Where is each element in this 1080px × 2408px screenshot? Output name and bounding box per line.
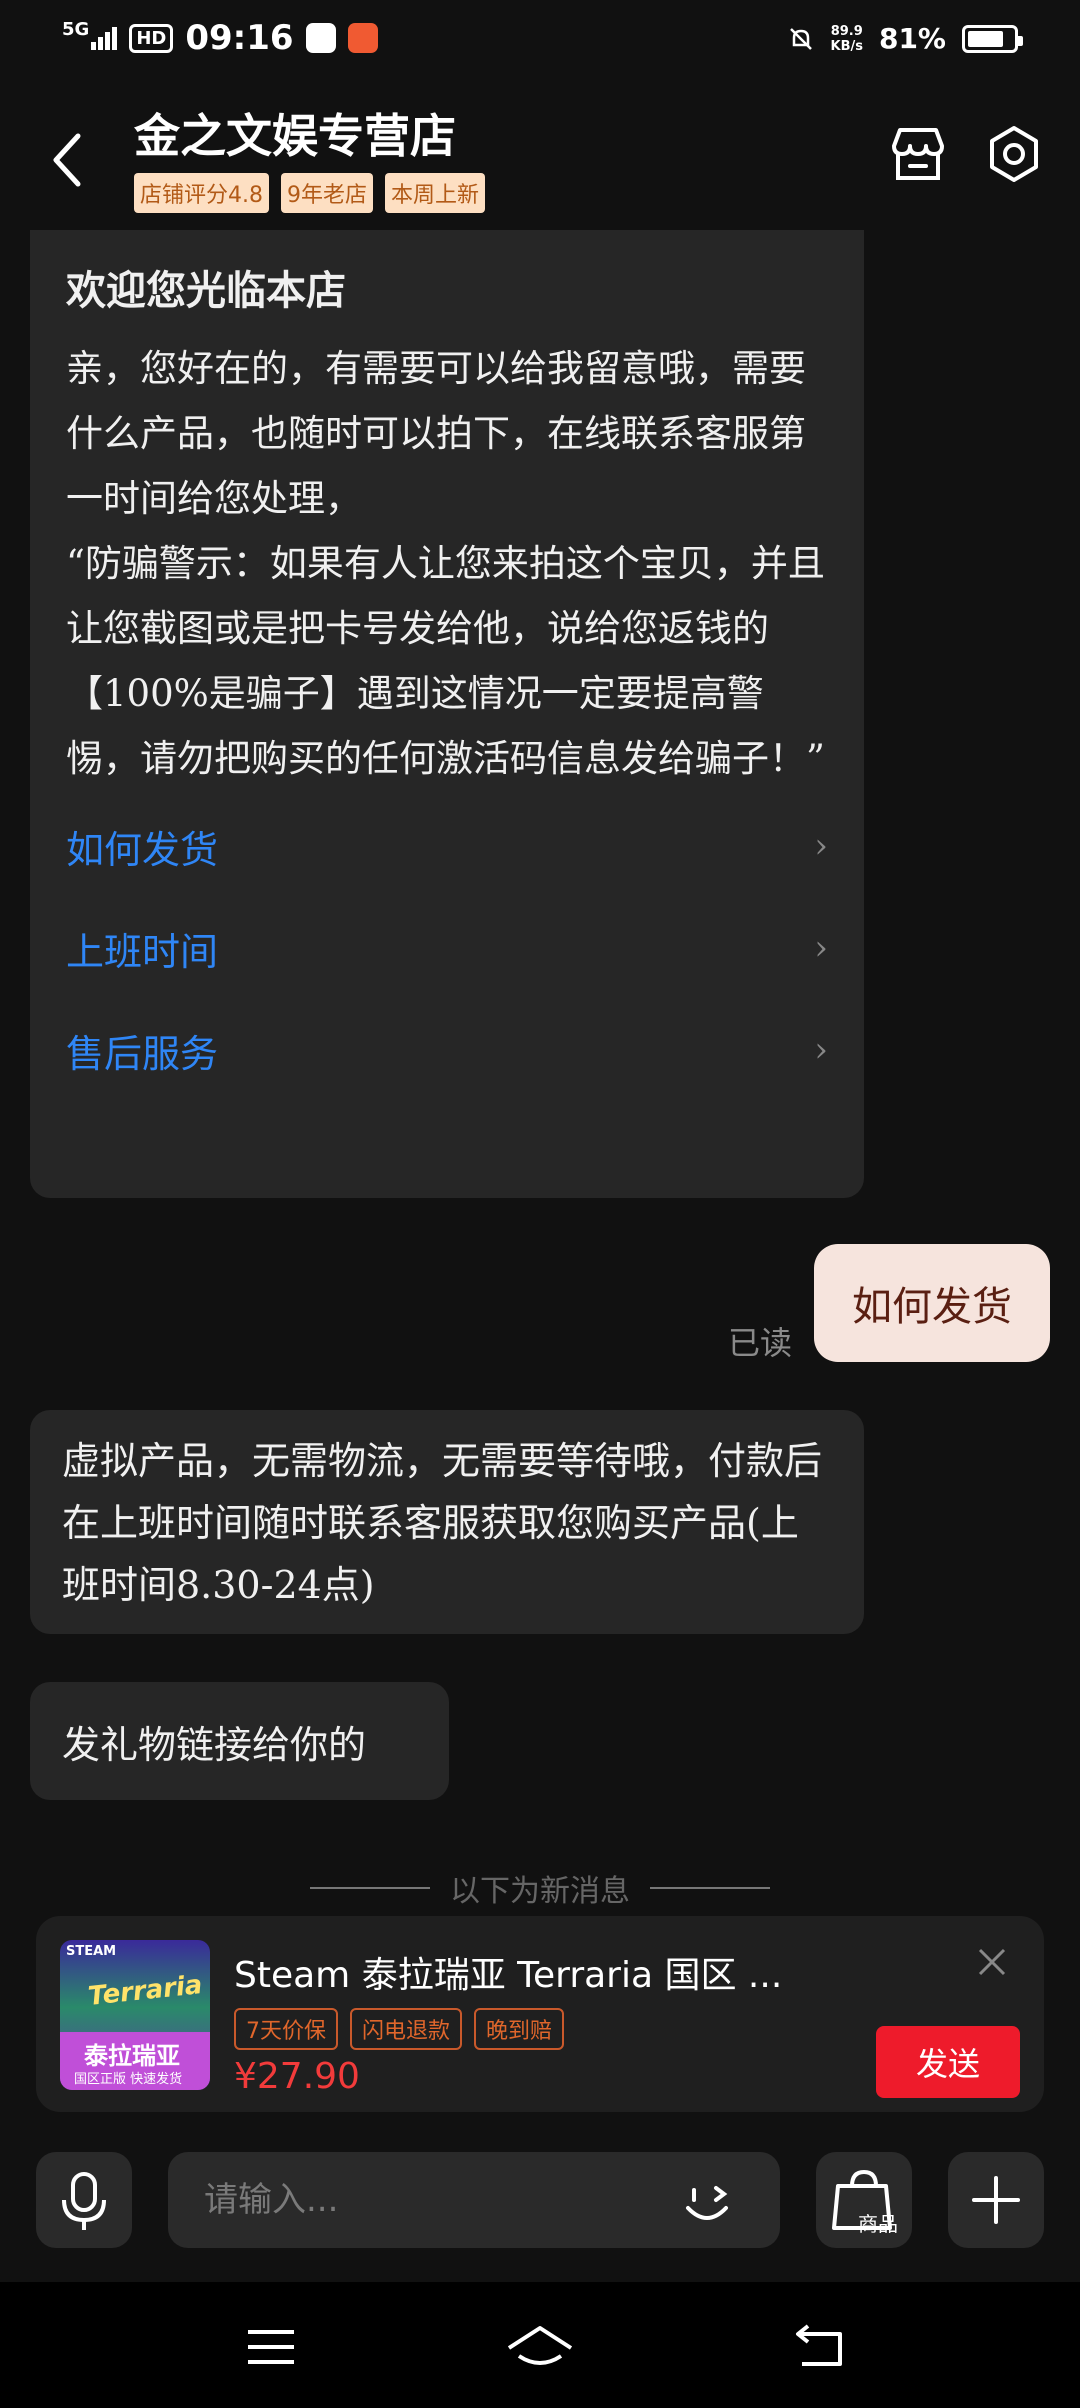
send-product-button[interactable]: 发送 (876, 2026, 1020, 2098)
emoji-icon[interactable] (680, 2176, 734, 2230)
close-icon[interactable] (976, 1946, 1008, 1978)
product-price: ¥27.90 (234, 2056, 360, 2097)
fast-refund-badge: 闪电退款 (350, 2008, 463, 2050)
mute-icon (789, 27, 812, 50)
back-nav-icon[interactable] (786, 2312, 856, 2382)
input-bar: 商品 (0, 2140, 1080, 2280)
store-icon[interactable] (886, 122, 950, 186)
welcome-card: 欢迎您光临本店 亲，您好在的，有需要可以给我留意哦，需要什么产品，也随时可以拍下… (30, 230, 864, 1198)
welcome-title: 欢迎您光临本店 (66, 267, 346, 314)
voice-button[interactable] (36, 2152, 132, 2248)
product-thumbnail[interactable]: STEAM Terraria 泰拉瑞亚 国区正版 快速发货 (60, 1940, 210, 2090)
thumb-subtitle: 国区正版 快速发货 (74, 2072, 183, 2087)
shop-tags: 店铺评分4.8 9年老店 本周上新 (134, 173, 486, 213)
network-speed: 89.9 KB/s (830, 23, 863, 54)
network-type: 5G (62, 18, 90, 40)
read-status: 已读 (728, 1324, 793, 1362)
user-message-bubble[interactable]: 如何发货 (814, 1244, 1050, 1362)
product-title[interactable]: Steam 泰拉瑞亚 Terraria 国区 ... (234, 1946, 782, 1998)
guarantee-badges: 7天价保 闪电退款 晚到赔 (234, 2008, 565, 2050)
shop-reply-bubble[interactable]: 虚拟产品，无需物流，无需要等待哦，付款后在上班时间随时联系客服获取您购买产品(上… (30, 1410, 864, 1634)
new-arrivals-tag: 本周上新 (385, 173, 486, 213)
faq-item-shipping[interactable]: 如何发货 › (66, 795, 828, 897)
divider-text: 以下为新消息 (450, 1874, 630, 1909)
goods-button[interactable]: 商品 (816, 2152, 912, 2248)
settings-icon[interactable] (982, 122, 1046, 186)
microphone-icon (62, 2172, 106, 2230)
status-bar: 5G HD 09:16 89.9 KB/s 81% (0, 0, 1080, 80)
thumb-steam-label: STEAM (66, 1944, 117, 1959)
clock: 09:16 (185, 18, 294, 58)
plus-icon (972, 2176, 1020, 2224)
faq-label: 如何发货 (66, 827, 219, 872)
system-nav-bar (0, 2282, 1080, 2408)
chevron-right-icon: › (814, 1030, 828, 1070)
home-icon[interactable] (505, 2312, 575, 2382)
product-card[interactable]: STEAM Terraria 泰拉瑞亚 国区正版 快速发货 Steam 泰拉瑞亚… (36, 1916, 1044, 2112)
faq-item-work-hours[interactable]: 上班时间 › (66, 897, 828, 999)
chevron-right-icon: › (814, 928, 828, 968)
chat-header: 金之文娱专营店 店铺评分4.8 9年老店 本周上新 (0, 80, 1080, 230)
shop-age-tag: 9年老店 (281, 173, 373, 213)
menu-icon[interactable] (236, 2312, 306, 2382)
goods-label: 商品 (858, 2212, 898, 2236)
back-arrow-icon[interactable] (40, 120, 100, 200)
shop-name[interactable]: 金之文娱专营店 (134, 100, 456, 166)
faq-list: 如何发货 › 上班时间 › 售后服务 › (66, 795, 828, 1101)
price-protect-badge: 7天价保 (234, 2008, 338, 2050)
shop-reply-bubble[interactable]: 发礼物链接给你的 (30, 1682, 449, 1800)
battery-fill (968, 30, 1003, 47)
taobao-app-icon (347, 23, 378, 53)
new-messages-divider: 以下为新消息 (310, 1866, 770, 1910)
shop-rating-tag: 店铺评分4.8 (134, 173, 269, 213)
hd-icon: HD (129, 23, 174, 53)
thumb-game-logo: Terraria (86, 1970, 204, 2012)
battery-percent: 81% (878, 22, 946, 55)
faq-label: 售后服务 (66, 1031, 219, 1076)
more-button[interactable] (948, 2152, 1044, 2248)
thumb-title: 泰拉瑞亚 (84, 2042, 180, 2070)
late-compensation-badge: 晚到赔 (474, 2008, 565, 2050)
message-app-icon (305, 23, 336, 53)
battery-icon (962, 24, 1023, 53)
welcome-body: 亲，您好在的，有需要可以给我留意哦，需要什么产品，也随时可以拍下，在线联系客服第… (66, 347, 825, 780)
faq-item-after-sales[interactable]: 售后服务 › (66, 999, 828, 1101)
faq-label: 上班时间 (66, 929, 219, 974)
chevron-right-icon: › (814, 826, 828, 866)
signal-icon: 5G (62, 19, 118, 50)
